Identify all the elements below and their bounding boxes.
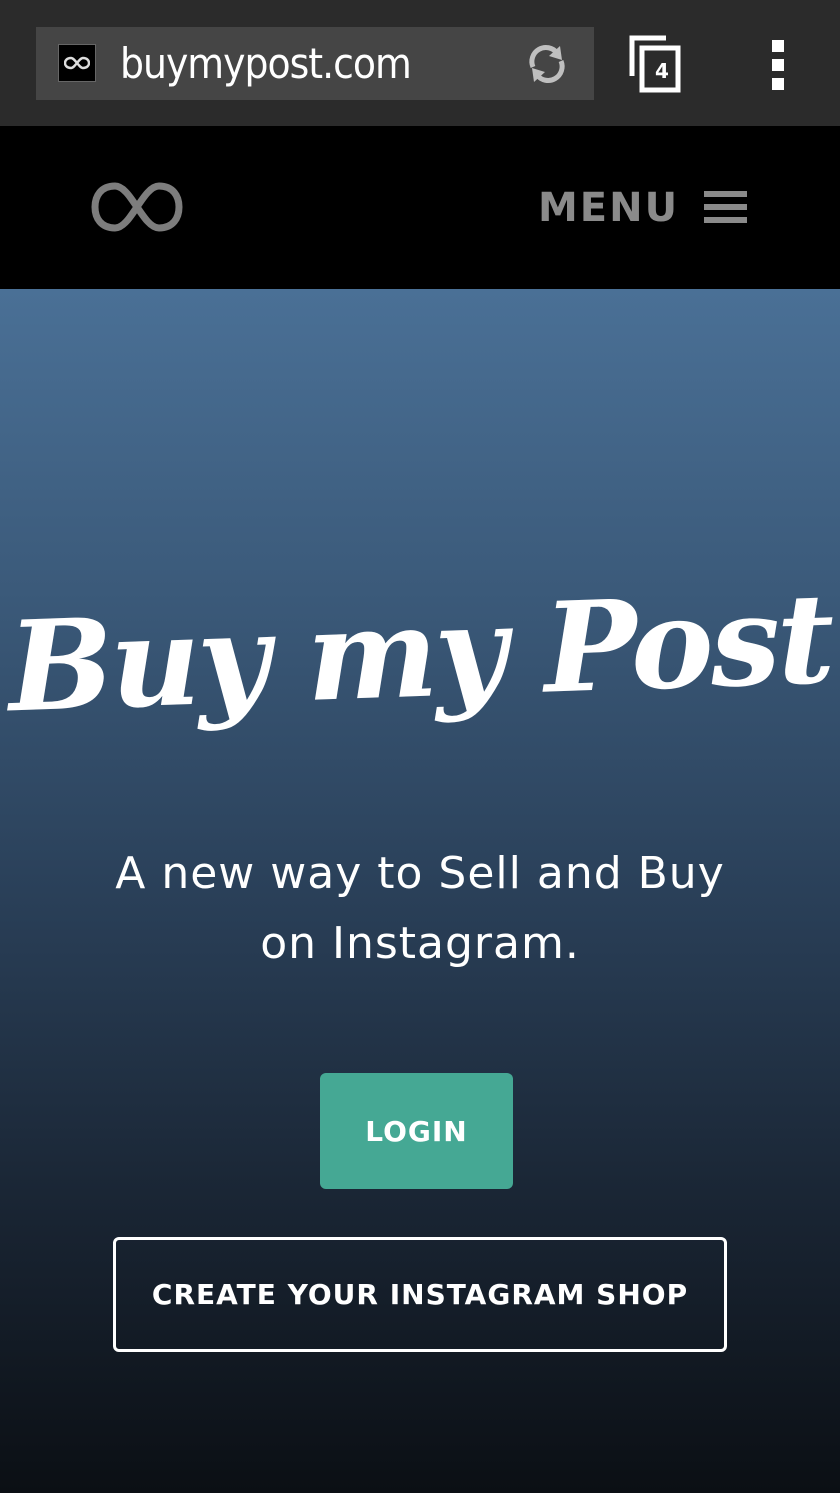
browser-toolbar: buymypost.com 4 <box>0 0 840 126</box>
login-button[interactable]: LOGIN <box>320 1073 513 1189</box>
url-text[interactable]: buymypost.com <box>120 27 412 100</box>
create-shop-button[interactable]: CREATE YOUR INSTAGRAM SHOP <box>113 1237 727 1352</box>
infinity-logo[interactable] <box>90 178 184 236</box>
hero-section: Buy my Post A new way to Sell and Buy on… <box>0 289 840 1493</box>
hero-title: Buy my Post <box>6 566 834 741</box>
hamburger-icon[interactable] <box>704 191 748 225</box>
infinity-icon <box>58 44 96 82</box>
hero-subtitle: A new way to Sell and Buy on Instagram. <box>115 848 725 969</box>
tab-count: 4 <box>655 59 669 83</box>
site-header: MENU <box>0 126 840 289</box>
address-bar[interactable]: buymypost.com <box>36 27 594 100</box>
reload-icon[interactable] <box>524 41 570 87</box>
page: buymypost.com 4 MENU Buy my Post A new w… <box>0 0 840 1493</box>
menu-label[interactable]: MENU <box>538 184 679 232</box>
overflow-menu-icon[interactable] <box>764 38 792 92</box>
